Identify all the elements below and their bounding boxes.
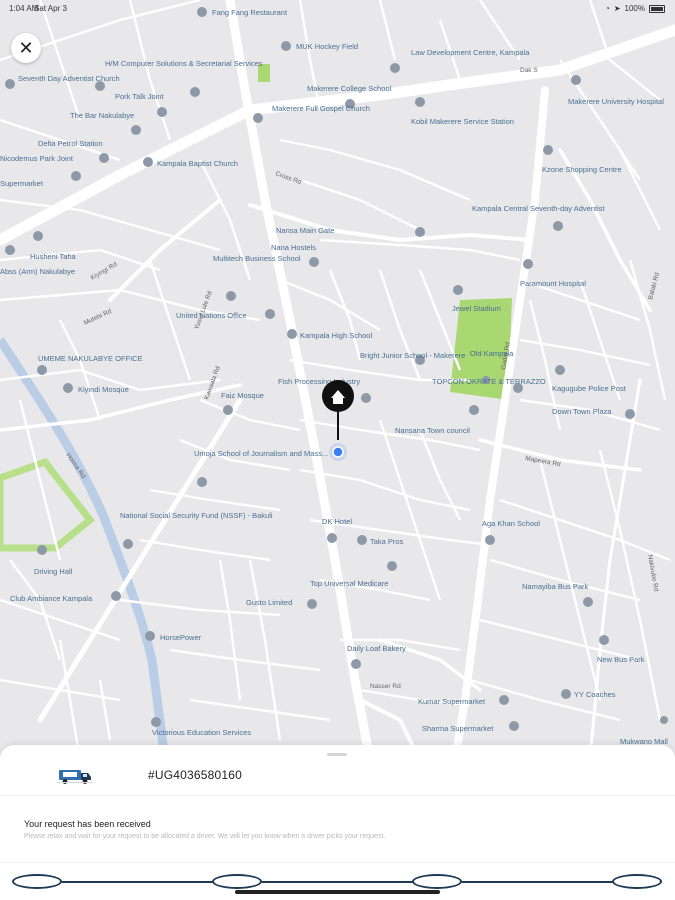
progress-step <box>12 874 62 889</box>
svg-text:Abss (Arm) Nakulabye: Abss (Arm) Nakulabye <box>0 267 75 276</box>
svg-text:Sharma Supermarket: Sharma Supermarket <box>422 724 494 733</box>
svg-text:Nicodemus Park Joint: Nicodemus Park Joint <box>0 154 74 163</box>
svg-text:YY Coaches: YY Coaches <box>574 690 616 699</box>
progress-line <box>262 881 414 883</box>
location-icon: ➤ <box>613 4 621 13</box>
progress-step <box>212 874 262 889</box>
svg-text:Nana Hostels: Nana Hostels <box>271 243 316 252</box>
svg-text:Supermarket: Supermarket <box>0 179 44 188</box>
home-indicator <box>235 890 440 894</box>
road-label: Nasser Rd <box>370 683 401 690</box>
svg-text:Multitech Business School: Multitech Business School <box>213 254 301 263</box>
svg-text:Jewel Stadium: Jewel Stadium <box>452 304 501 313</box>
close-icon: ✕ <box>18 37 34 58</box>
svg-text:Namayiba Bus Park: Namayiba Bus Park <box>522 582 589 591</box>
status-date: Sat Apr 3 <box>34 4 67 13</box>
svg-text:Down Town Plaza: Down Town Plaza <box>552 407 612 416</box>
svg-text:Aga Khan School: Aga Khan School <box>482 519 540 528</box>
svg-text:Paramount Hospital: Paramount Hospital <box>520 279 586 288</box>
wifi-icon: ◔ <box>604 4 610 13</box>
svg-text:Victorious Education Services: Victorious Education Services <box>152 728 251 737</box>
status-message-title: Your request has been received <box>24 819 151 829</box>
svg-text:Makerere University Hospital: Makerere University Hospital <box>568 97 664 106</box>
svg-text:Husheni Taha: Husheni Taha <box>30 252 77 261</box>
svg-text:Kampala Baptist Church: Kampala Baptist Church <box>157 159 238 168</box>
request-status-sheet[interactable]: #UG4036580160 Your request has been rece… <box>0 745 675 900</box>
svg-text:Daily Loaf Bakery: Daily Loaf Bakery <box>347 644 406 653</box>
svg-text:Nansa Main Gate: Nansa Main Gate <box>276 226 334 235</box>
progress-step <box>612 874 662 889</box>
svg-text:Kagugube Police Post: Kagugube Police Post <box>552 384 627 393</box>
progress-line <box>462 881 614 883</box>
svg-text:Delta Petrol Station: Delta Petrol Station <box>38 139 103 148</box>
svg-text:Makerere Full Gospel Church: Makerere Full Gospel Church <box>272 104 370 113</box>
svg-text:Seventh Day Adventist Church: Seventh Day Adventist Church <box>18 74 120 83</box>
place-marker[interactable]: YY Coaches <box>561 689 616 699</box>
svg-text:Faiz Mosque: Faiz Mosque <box>221 391 264 400</box>
current-location-icon <box>329 443 347 461</box>
delivery-truck-icon <box>57 770 93 784</box>
status-bar: 1:04 AM Sat Apr 3 ◔ ➤ 100% <box>0 0 675 16</box>
svg-text:Old Kampala: Old Kampala <box>470 349 514 358</box>
tracking-number: #UG4036580160 <box>148 768 243 782</box>
svg-text:MUK Hockey Field: MUK Hockey Field <box>296 42 358 51</box>
svg-text:UMEME NAKULABYE OFFICE: UMEME NAKULABYE OFFICE <box>38 354 143 363</box>
svg-text:Nansana Town council: Nansana Town council <box>395 426 470 435</box>
svg-text:Kumar Supermarket: Kumar Supermarket <box>418 697 486 706</box>
svg-text:Top Universal Medicare: Top Universal Medicare <box>310 579 388 588</box>
svg-text:Pork Talk Joint: Pork Talk Joint <box>115 92 165 101</box>
svg-text:DK Hotel: DK Hotel <box>322 517 352 526</box>
svg-text:Bright Junior School - Makerer: Bright Junior School - Makerere <box>360 351 465 360</box>
place-marker[interactable]: Taka Pros <box>357 535 404 546</box>
svg-text:Kzone Shopping Centre: Kzone Shopping Centre <box>542 165 622 174</box>
svg-text:Kampala Central Seventh-day Ad: Kampala Central Seventh-day Adventist <box>472 204 605 213</box>
svg-text:United Nations Office: United Nations Office <box>176 311 247 320</box>
svg-text:The Bar Nakulabye: The Bar Nakulabye <box>70 111 134 120</box>
svg-text:Kiyindi Mosque: Kiyindi Mosque <box>78 385 129 394</box>
status-indicators: ◔ ➤ 100% <box>605 4 665 13</box>
svg-text:Kobil Makerere Service Station: Kobil Makerere Service Station <box>411 117 514 126</box>
sheet-drag-handle[interactable] <box>327 753 347 756</box>
status-message-body: Please relax and wait for your request t… <box>24 833 386 840</box>
progress-line <box>62 881 214 883</box>
progress-step <box>412 874 462 889</box>
svg-text:National Social Security Fund: National Social Security Fund (NSSF) - B… <box>120 511 273 520</box>
battery-percent: 100% <box>624 4 645 13</box>
place-marker[interactable]: Kampala High School <box>287 329 372 340</box>
road-label: Dak S <box>520 67 538 74</box>
svg-text:New Bus Park: New Bus Park <box>597 655 645 664</box>
close-button[interactable]: ✕ <box>11 33 41 63</box>
progress-tracker <box>0 870 675 900</box>
divider <box>0 795 675 796</box>
svg-text:Gusto Limited: Gusto Limited <box>246 598 292 607</box>
divider <box>0 862 675 863</box>
svg-text:Club Ambiance Kampala: Club Ambiance Kampala <box>10 594 93 603</box>
svg-text:Makerere College School: Makerere College School <box>307 84 392 93</box>
svg-text:Driving Hall: Driving Hall <box>34 567 73 576</box>
svg-text:H/M Computer Solutions & Secre: H/M Computer Solutions & Secretarial Ser… <box>105 59 263 68</box>
svg-text:TOPCON OKRATE & TERRAZZO: TOPCON OKRATE & TERRAZZO <box>432 377 546 386</box>
svg-text:HorsePower: HorsePower <box>160 633 202 642</box>
battery-icon <box>649 4 665 13</box>
svg-text:Kampala High School: Kampala High School <box>300 331 372 340</box>
place-marker[interactable]: Kampala Baptist Church <box>143 157 238 168</box>
map-view[interactable]: Kiyingi Rd Mutebi Rd Dak S Cross Rd Yusu… <box>0 0 675 760</box>
svg-text:Umoja School of Journalism and: Umoja School of Journalism and Mass... <box>194 449 328 458</box>
svg-text:Taka Pros: Taka Pros <box>370 537 404 546</box>
svg-text:Law Development Centre, Kampal: Law Development Centre, Kampala <box>411 48 530 57</box>
